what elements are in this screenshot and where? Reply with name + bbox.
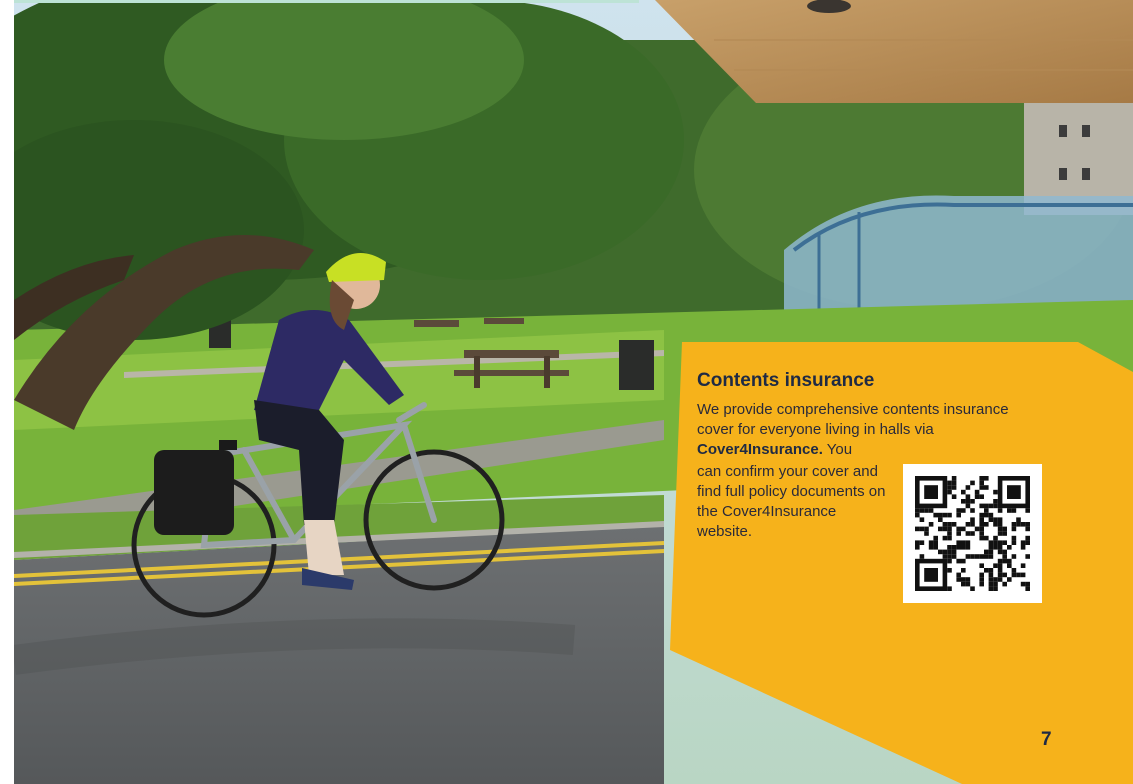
qr-code-icon[interactable]	[903, 464, 1042, 603]
provider-name: Cover4Insurance.	[697, 441, 823, 458]
intro-text-end: You	[822, 441, 853, 458]
details-row: can confirm your cover and find full pol…	[697, 462, 1042, 603]
intro-paragraph: We provide comprehensive contents insura…	[697, 400, 1042, 460]
contents-insurance-section: Contents insurance We provide comprehens…	[697, 370, 1042, 603]
intro-text-start: We provide comprehensive contents insura…	[697, 401, 1009, 438]
page-number: 7	[1041, 729, 1052, 750]
cover-details-text: can confirm your cover and find full pol…	[697, 463, 886, 540]
section-heading: Contents insurance	[697, 370, 875, 391]
brochure-page: Contents insurance We provide comprehens…	[0, 0, 1133, 784]
